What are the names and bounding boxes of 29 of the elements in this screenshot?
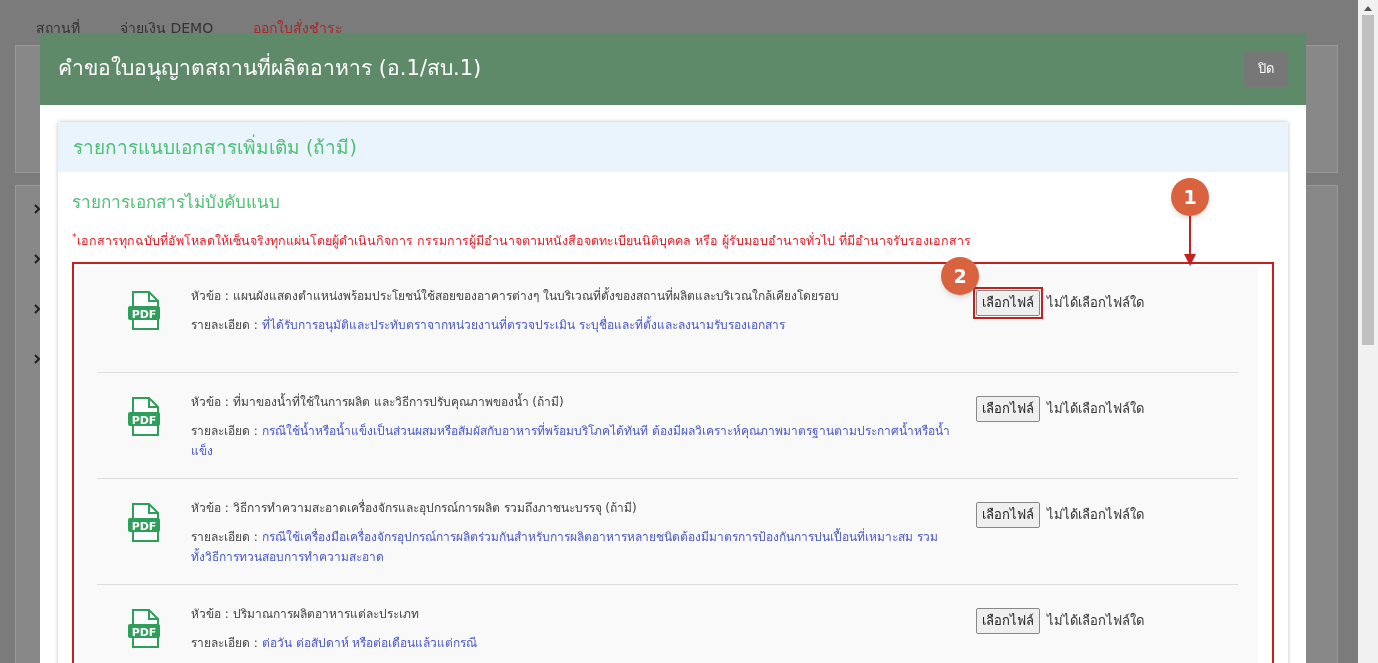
document-topic: หัวข้อ : แผนผังแสดงตำแหน่งพร้อมประโยชน์ใช้สอยของอาคารต่างๆ ในบริเวณที่ตั้งของสถานที่ผลิตและบริเวณใกล้เคียงโดยรอบ [191,287,840,306]
document-topic: หัวข้อ : ที่มาของน้ำที่ใช้ในการผลิต และวิธีการปรับคุณภาพของน้ำ (ถ้ามี) [191,393,565,412]
chevron-right-icon [34,304,40,314]
chevron-right-icon [34,354,40,364]
document-topic: หัวข้อ : วิธีการทำความสะอาดเครื่องจักรและอุปกรณ์การผลิต รวมถึงภาชนะบรรจุ (ถ้ามี) [191,499,638,518]
choose-file-button[interactable]: เลือกไฟล์ [976,290,1040,316]
close-button[interactable]: ปิด [1244,51,1288,87]
document-topic: หัวข้อ : ปริมาณการผลิตอาหารแต่ละประเภท [191,606,420,624]
choose-file-button[interactable]: เลือกไฟล์ [976,396,1040,422]
scroll-up-icon[interactable] [1364,6,1372,11]
chevron-right-icon [34,254,40,264]
section-title: รายการแนบเอกสารเพิ่มเติม (ถ้ามี) [73,133,357,160]
chevron-right-icon [34,204,40,214]
scrollbar-thumb[interactable] [1362,15,1374,345]
file-status: ไม่ได้เลือกไฟล์ใด [1047,506,1144,525]
document-detail: รายละเอียด : กรณีใช้น้ำหรือน้ำแข็งเป็นส่วนผสมหรือสัมผัสกับอาหารที่พร้อมบริโภคได้ทันที ต้องมีผลวิเคราะห์คุณภาพมาตรฐานตามประกาศน้ำหรือน้ำแข็ง [191,421,951,461]
file-status: ไม่ได้เลือกไฟล์ใด [1047,294,1144,313]
annotation-badge: 1 [1171,178,1209,216]
file-status: ไม่ได้เลือกไฟล์ใด [1047,400,1144,419]
annotation-badge: 2 [941,257,979,296]
document-detail: รายละเอียด : กรณีใช้เครื่องมือเครื่องจักรอุปกรณ์การผลิตร่วมกันสำหรับการผลิตอาหารหลายชนิดต้องมีมาตรการป้องกันการปนเปื้อนที่เหมาะสม รวมทั้งวิธีการทวนสอบการทำความสะอาด [191,527,939,567]
modal-title: คำขอใบอนุญาตสถานที่ผลิตอาหาร (อ.1/สบ.1) [58,53,482,85]
note-text: $^{*}$เอกสารทุกฉบับที่อัพโหลดให้เซ็นจริงทุกแผ่นโดยผู้ดำเนินกิจการ กรรมการผู้มีอำนาจตามหนังสือจดทะเบียนนิติบุคคล หรือ ผู้รับมอบอำนาจทั่วไป ที่มีอำนาจรับรองเอกสาร [72,231,972,251]
choose-file-button[interactable]: เลือกไฟล์ [976,608,1040,634]
file-status: ไม่ได้เลือกไฟล์ใด [1047,612,1144,631]
subsection-title: รายการเอกสารไม่บังคับแนบ [72,191,280,214]
choose-file-button[interactable]: เลือกไฟล์ [976,502,1040,528]
document-detail: รายละเอียด : ต่อวัน ต่อสัปดาห์ หรือต่อเดือนแล้วแต่กรณี [191,635,479,653]
document-detail: รายละเอียด : ที่ได้รับการอนุมัติและประทับตราจากหน่วยงานที่ตรวจประเมิน ระบุชื่อและที่ตั้งและลงนามรับรองเอกสาร [191,315,786,335]
